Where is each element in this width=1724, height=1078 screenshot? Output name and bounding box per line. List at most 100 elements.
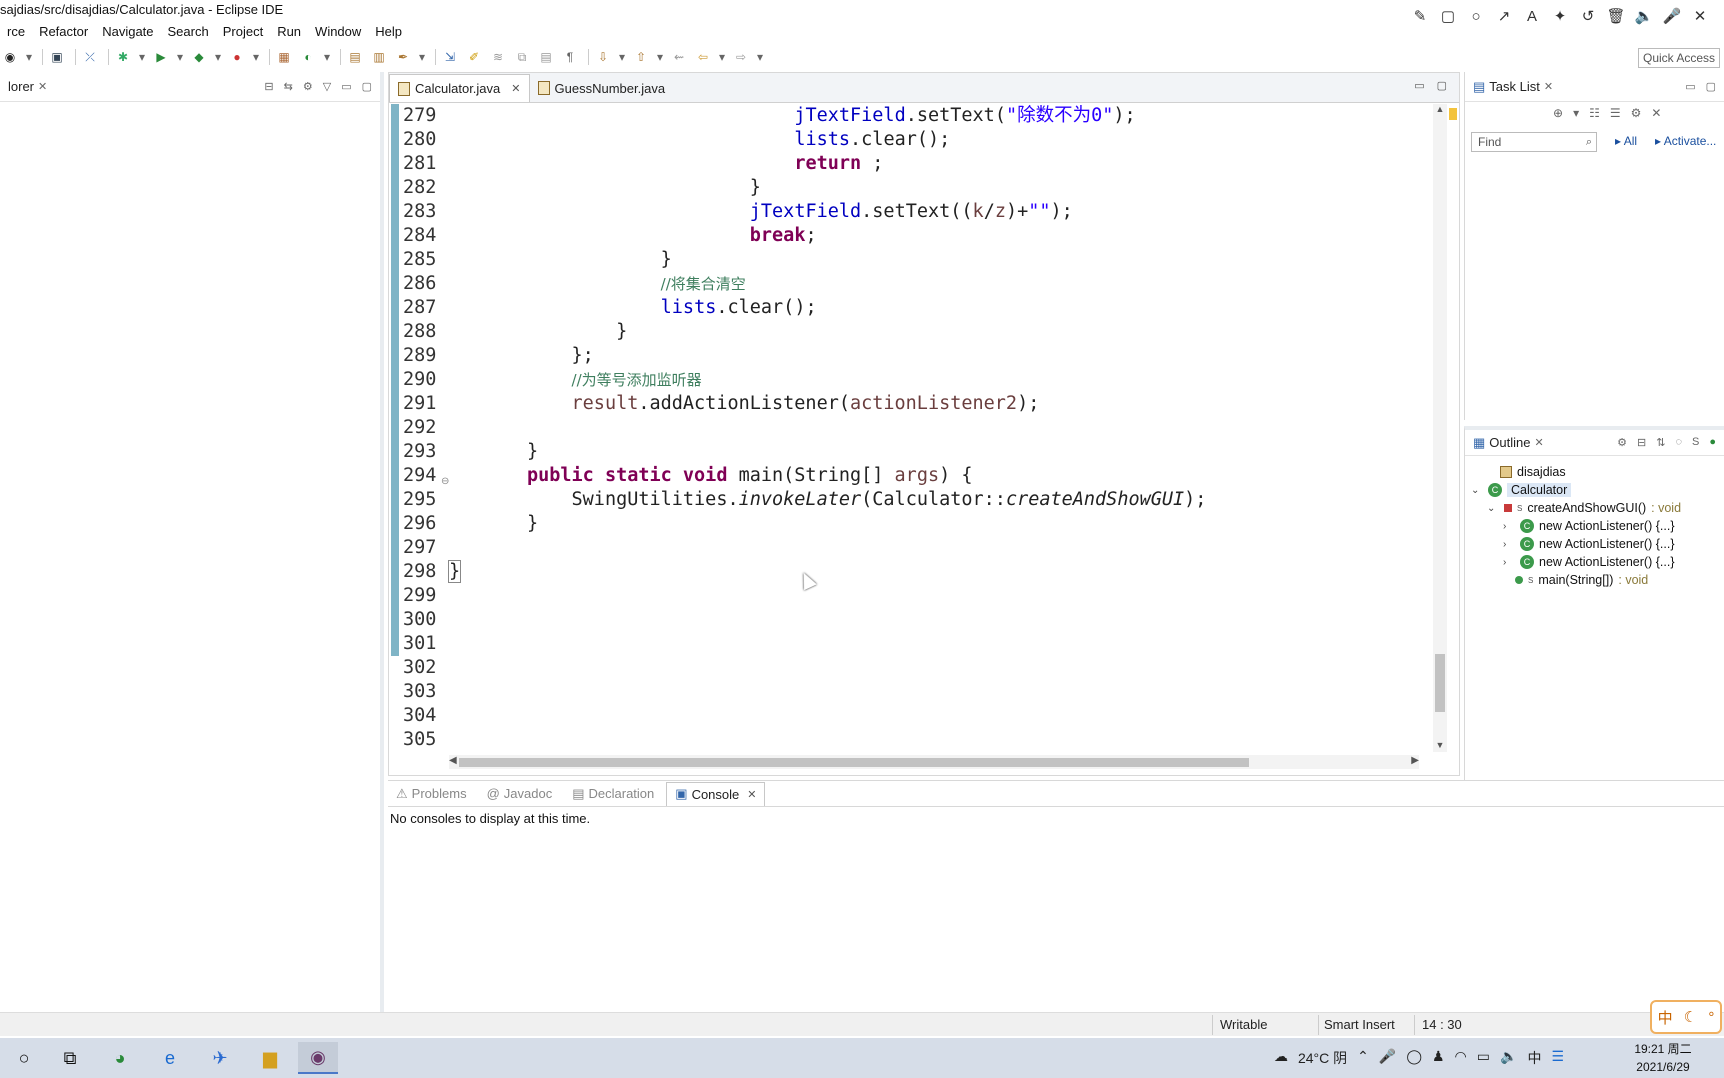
hide-nonpublic-icon[interactable]: ● (1709, 436, 1716, 449)
chat-icon[interactable]: ◯ (1406, 1048, 1422, 1068)
hide-static-icon[interactable]: S (1692, 436, 1699, 449)
microphone-icon[interactable]: 🎤 (1379, 1048, 1396, 1068)
prev-annotation-icon[interactable]: ⇧ (631, 47, 651, 67)
menu-search[interactable]: Search (161, 22, 216, 42)
tab-task-list[interactable]: ▤ Task List ✕ (1465, 72, 1561, 102)
chevron-down-icon[interactable]: ⌄ (1487, 503, 1499, 514)
close-icon[interactable]: ✕ (747, 788, 756, 801)
quick-access-input[interactable]: Quick Access (1638, 48, 1720, 68)
scroll-up-icon[interactable]: ▲ (1433, 104, 1447, 116)
maximize-icon[interactable]: ▢ (1437, 79, 1447, 92)
scroll-down-icon[interactable]: ▼ (1433, 740, 1447, 752)
code-line[interactable]: 282} (389, 176, 1437, 200)
menu-navigate[interactable]: Navigate (95, 22, 160, 42)
collapse-all-icon[interactable]: ⊟ (264, 80, 273, 93)
code-line[interactable]: 287 lists.clear(); (389, 296, 1437, 320)
wifi-icon[interactable]: ◠ (1455, 1048, 1467, 1068)
close-icon[interactable]: ✕ (1535, 436, 1544, 449)
code-line[interactable]: 279 jTextField.setText("除数不为0"); (389, 104, 1437, 128)
minimize-icon[interactable]: ▭ (1414, 79, 1424, 92)
tree-method[interactable]: S main(String[]) : void (1515, 570, 1648, 590)
ime-tray[interactable]: 中 (1527, 1048, 1541, 1068)
code-line[interactable]: 305 (389, 728, 1437, 752)
eclipse-icon[interactable]: ◉ (298, 1042, 338, 1074)
tab-declaration[interactable]: ▤ Declaration (564, 782, 662, 806)
chevron-up-icon[interactable]: ⌃ (1357, 1048, 1369, 1068)
external-tools-icon[interactable]: ● (227, 47, 247, 67)
notification-icon[interactable]: ☰ (1551, 1048, 1564, 1068)
tree-package[interactable]: disajdias (1483, 462, 1566, 482)
code-line[interactable]: 288} (389, 320, 1437, 344)
code-area[interactable]: 279 jTextField.setText("除数不为0"); 280 lists.… (389, 104, 1437, 752)
tree-method[interactable]: ⌄ S createAndShowGUI() : void (1487, 498, 1681, 518)
scroll-left-icon[interactable]: ◀ (449, 755, 457, 766)
perspective-icon[interactable]: ◉ (0, 47, 20, 67)
all-link[interactable]: ▸ All (1615, 134, 1637, 148)
close-icon[interactable]: ✕ (511, 82, 520, 95)
horizontal-scrollbar[interactable]: ◀ ▶ (449, 755, 1419, 769)
code-line[interactable]: 304 (389, 704, 1437, 728)
code-line[interactable]: 299 (389, 584, 1437, 608)
weather-icon[interactable]: ☁ (1274, 1048, 1288, 1068)
dropdown-icon[interactable]: ▾ (1573, 106, 1579, 120)
code-line[interactable]: 300 (389, 608, 1437, 632)
chevron-right-icon[interactable]: › (1503, 521, 1515, 532)
dropdown-icon[interactable]: ▾ (717, 47, 727, 67)
new-class-icon[interactable]: ◐ (298, 47, 318, 67)
debug-icon[interactable]: ✱ (113, 47, 133, 67)
start-icon[interactable]: ○ (4, 1042, 44, 1074)
tab-calculator-java[interactable]: Calculator.java ✕ (389, 74, 530, 102)
view-menu-icon[interactable]: ▽ (323, 80, 331, 93)
dropdown-icon[interactable]: ▾ (417, 47, 427, 67)
code-line[interactable]: 284 break; (389, 224, 1437, 248)
chevron-down-icon[interactable]: ⌄ (1471, 485, 1483, 496)
sort-icon[interactable]: ⇅ (1656, 436, 1665, 449)
code-line[interactable]: 303 (389, 680, 1437, 704)
code-line[interactable]: 302 (389, 656, 1437, 680)
chevron-right-icon[interactable]: › (1503, 557, 1515, 568)
focus-icon[interactable]: ⚙ (1617, 436, 1627, 449)
code-line[interactable]: 281 return ; (389, 152, 1437, 176)
file-explorer-icon[interactable]: ▆ (250, 1042, 290, 1074)
menu-refactor[interactable]: Refactor (32, 22, 95, 42)
scroll-right-icon[interactable]: ▶ (1411, 755, 1419, 766)
dropdown-icon[interactable]: ▾ (617, 47, 627, 67)
dropdown-icon[interactable]: ▾ (175, 47, 185, 67)
scheduled-icon[interactable]: ☰ (1610, 106, 1621, 120)
dropdown-icon[interactable]: ▾ (137, 47, 147, 67)
coverage-icon[interactable]: ◆ (189, 47, 209, 67)
tab-console[interactable]: ▣ Console ✕ (666, 781, 766, 806)
menu-help[interactable]: Help (368, 22, 409, 42)
skip-breakpoints-icon[interactable]: ⤫ (80, 47, 100, 67)
code-line[interactable]: 290 //为等号添加监听器 (389, 368, 1437, 392)
code-line[interactable]: 298} (389, 560, 1437, 584)
code-line[interactable]: 301 (389, 632, 1437, 656)
warning-marker[interactable] (1449, 108, 1457, 120)
open-type-icon[interactable]: ▤ (345, 47, 365, 67)
back-icon[interactable]: ⇦ (693, 47, 713, 67)
find-input[interactable]: Find ⌕ (1471, 132, 1597, 152)
overview-ruler[interactable] (1447, 104, 1459, 752)
block-select-icon[interactable]: ≋ (488, 47, 508, 67)
maximize-icon[interactable]: ▢ (362, 80, 372, 93)
dropdown-icon[interactable]: ▾ (213, 47, 223, 67)
tree-anonymous-class[interactable]: › C new ActionListener() {...} (1503, 516, 1675, 536)
scroll-thumb[interactable] (1435, 654, 1445, 712)
minimize-icon[interactable]: ▭ (341, 80, 351, 93)
hide-completed-icon[interactable]: ✕ (1651, 106, 1661, 120)
close-icon[interactable]: ✕ (38, 80, 47, 93)
vertical-scrollbar[interactable]: ▲ ▼ (1433, 104, 1447, 752)
new-package-icon[interactable]: ▦ (274, 47, 294, 67)
save-icon[interactable]: ▣ (47, 47, 67, 67)
maximize-icon[interactable]: ▢ (1706, 80, 1716, 93)
tab-package-explorer[interactable]: lorer ✕ (0, 72, 55, 102)
battery-icon[interactable]: ▭ (1477, 1048, 1490, 1068)
open-folder-icon[interactable]: ▥ (369, 47, 389, 67)
tree-class[interactable]: ⌄ C Calculator (1471, 480, 1572, 500)
pilcrow-icon[interactable]: ¶ (560, 47, 580, 67)
forward-icon[interactable]: ⇨ (731, 47, 751, 67)
messenger-icon[interactable]: ✈ (200, 1042, 240, 1074)
code-line[interactable]: 280 lists.clear(); (389, 128, 1437, 152)
menu-run[interactable]: Run (270, 22, 308, 42)
tree-anonymous-class[interactable]: › C new ActionListener() {...} (1503, 552, 1675, 572)
